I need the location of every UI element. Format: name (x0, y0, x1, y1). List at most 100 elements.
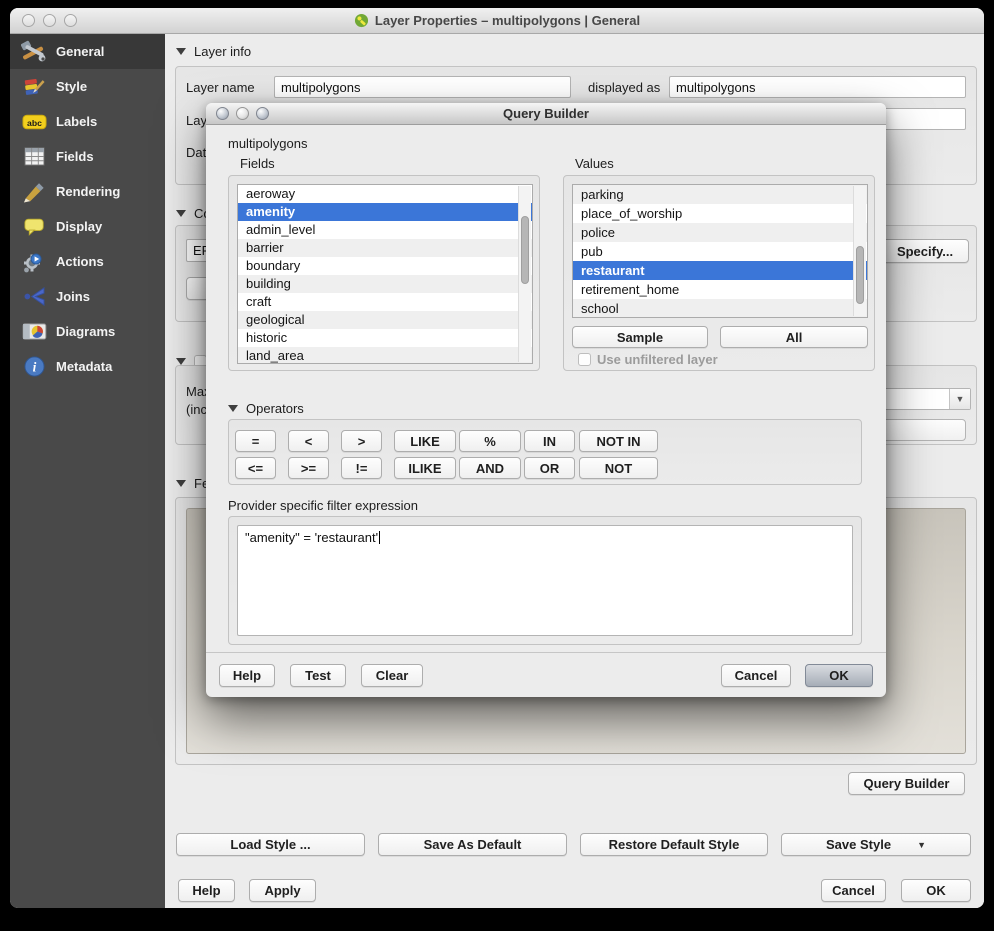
field-list-item[interactable]: admin_level (238, 221, 532, 239)
sidebar-item-display[interactable]: Display (10, 209, 165, 244)
save-as-default-button[interactable]: Save As Default (378, 833, 567, 856)
chevron-down-icon[interactable]: ▼ (949, 389, 970, 409)
sidebar-item-label: Fields (56, 149, 94, 164)
field-list-item[interactable]: amenity (238, 203, 532, 221)
inclusive-label: (inc (186, 402, 207, 417)
screen: Layer Properties – multipolygons | Gener… (0, 0, 994, 931)
window-title-row: Layer Properties – multipolygons | Gener… (10, 8, 984, 33)
field-list-item[interactable]: building (238, 275, 532, 293)
operator-not-button[interactable]: NOT (579, 457, 658, 479)
sidebar-item-general[interactable]: General (10, 34, 165, 69)
disclosure-triangle-icon (176, 358, 186, 365)
displayed-as-input[interactable]: multipolygons (669, 76, 966, 98)
restore-default-style-button[interactable]: Restore Default Style (580, 833, 768, 856)
qb-clear-button[interactable]: Clear (361, 664, 423, 687)
operator---button[interactable]: >= (288, 457, 329, 479)
operators-header-label: Operators (246, 401, 304, 416)
operator---button[interactable]: <= (235, 457, 276, 479)
qb-ok-button[interactable]: OK (805, 664, 873, 687)
operator---button[interactable]: != (341, 457, 382, 479)
save-style-dropdown-button[interactable]: Save Style ▼ (781, 833, 971, 856)
sidebar-item-fields[interactable]: Fields (10, 139, 165, 174)
sidebar-item-style[interactable]: Style (10, 69, 165, 104)
use-unfiltered-layer-label: Use unfiltered layer (597, 352, 718, 367)
value-list-item[interactable]: place_of_worship (573, 204, 867, 223)
value-list-item[interactable]: pub (573, 242, 867, 261)
field-list-item[interactable]: boundary (238, 257, 532, 275)
sidebar-item-label: Metadata (56, 359, 112, 374)
operator---button[interactable]: % (459, 430, 521, 452)
datasource-label: multipolygons (228, 136, 308, 151)
values-scrollbar[interactable] (853, 186, 866, 316)
dialog-title: Query Builder (206, 103, 886, 124)
scrollbar-thumb[interactable] (856, 246, 864, 304)
value-list-item[interactable]: school (573, 299, 867, 318)
apply-button[interactable]: Apply (249, 879, 316, 902)
sidebar-item-label: Labels (56, 114, 97, 129)
chevron-down-icon: ▼ (917, 840, 926, 850)
scrollbar-thumb[interactable] (521, 216, 529, 284)
field-list-item[interactable]: geological (238, 311, 532, 329)
load-style-button[interactable]: Load Style ... (176, 833, 365, 856)
cancel-button[interactable]: Cancel (821, 879, 886, 902)
save-style-label: Save Style (826, 837, 891, 852)
field-list-item[interactable]: barrier (238, 239, 532, 257)
value-list-item[interactable]: retirement_home (573, 280, 867, 299)
dialog-titlebar[interactable]: Query Builder (206, 103, 886, 125)
layer-name-input[interactable]: multipolygons (274, 76, 571, 98)
gear-play-icon (21, 249, 47, 275)
operator-or-button[interactable]: OR (524, 457, 575, 479)
fields-list: aerowayamenityadmin_levelbarrierboundary… (237, 184, 533, 364)
value-list-item[interactable]: restaurant (573, 261, 867, 280)
data-source-label: Dat (186, 145, 206, 160)
qb-help-button[interactable]: Help (219, 664, 275, 687)
main-titlebar[interactable]: Layer Properties – multipolygons | Gener… (10, 8, 984, 34)
layer-source-label: Lay (186, 113, 207, 128)
operator-and-button[interactable]: AND (459, 457, 521, 479)
sidebar-item-metadata[interactable]: i Metadata (10, 349, 165, 384)
tools-icon (21, 39, 47, 65)
operator---button[interactable]: < (288, 430, 329, 452)
sidebar-item-label: General (56, 44, 104, 59)
svg-text:i: i (32, 359, 36, 374)
operator---button[interactable]: > (341, 430, 382, 452)
abc-tag-icon: abc (21, 109, 47, 135)
query-builder-dialog: Query Builder multipolygons Fields Value… (206, 103, 886, 697)
value-list-item[interactable]: parking (573, 185, 867, 204)
values-groupbox: parkingplace_of_worshippolicepubrestaura… (563, 175, 875, 371)
sidebar-item-labels[interactable]: abc Labels (10, 104, 165, 139)
sidebar-item-joins[interactable]: Joins (10, 279, 165, 314)
sample-button[interactable]: Sample (572, 326, 708, 348)
qb-cancel-button[interactable]: Cancel (721, 664, 791, 687)
fields-scrollbar[interactable] (518, 186, 531, 362)
disclosure-triangle-icon (176, 48, 186, 55)
sidebar-item-label: Diagrams (56, 324, 115, 339)
layer-name-label: Layer name (186, 80, 255, 95)
use-unfiltered-layer-checkbox[interactable] (578, 353, 591, 366)
field-list-item[interactable]: historic (238, 329, 532, 347)
operator-not-in-button[interactable]: NOT IN (579, 430, 658, 452)
operators-header[interactable]: Operators (228, 400, 304, 416)
operator-like-button[interactable]: LIKE (394, 430, 456, 452)
operator-in-button[interactable]: IN (524, 430, 575, 452)
help-button[interactable]: Help (178, 879, 235, 902)
ok-button[interactable]: OK (901, 879, 971, 902)
operator-ilike-button[interactable]: ILIKE (394, 457, 456, 479)
operators-groupbox: = < > LIKE%INNOT IN <= >= != ILIKEANDORNOT (228, 419, 862, 485)
all-button[interactable]: All (720, 326, 868, 348)
sidebar-item-diagrams[interactable]: Diagrams (10, 314, 165, 349)
query-builder-button[interactable]: Query Builder (848, 772, 965, 795)
fields-label: Fields (240, 156, 275, 171)
field-list-item[interactable]: land_area (238, 347, 532, 364)
sidebar-item-actions[interactable]: Actions (10, 244, 165, 279)
filter-expression-input[interactable]: "amenity" = 'restaurant' (237, 525, 853, 636)
operator---button[interactable]: = (235, 430, 276, 452)
features-header[interactable]: Fe (176, 475, 209, 491)
specify-crs-button[interactable]: Specify... (881, 239, 969, 263)
qb-test-button[interactable]: Test (290, 664, 346, 687)
field-list-item[interactable]: craft (238, 293, 532, 311)
layer-info-header[interactable]: Layer info (176, 43, 251, 59)
field-list-item[interactable]: aeroway (238, 185, 532, 203)
value-list-item[interactable]: police (573, 223, 867, 242)
sidebar-item-rendering[interactable]: Rendering (10, 174, 165, 209)
